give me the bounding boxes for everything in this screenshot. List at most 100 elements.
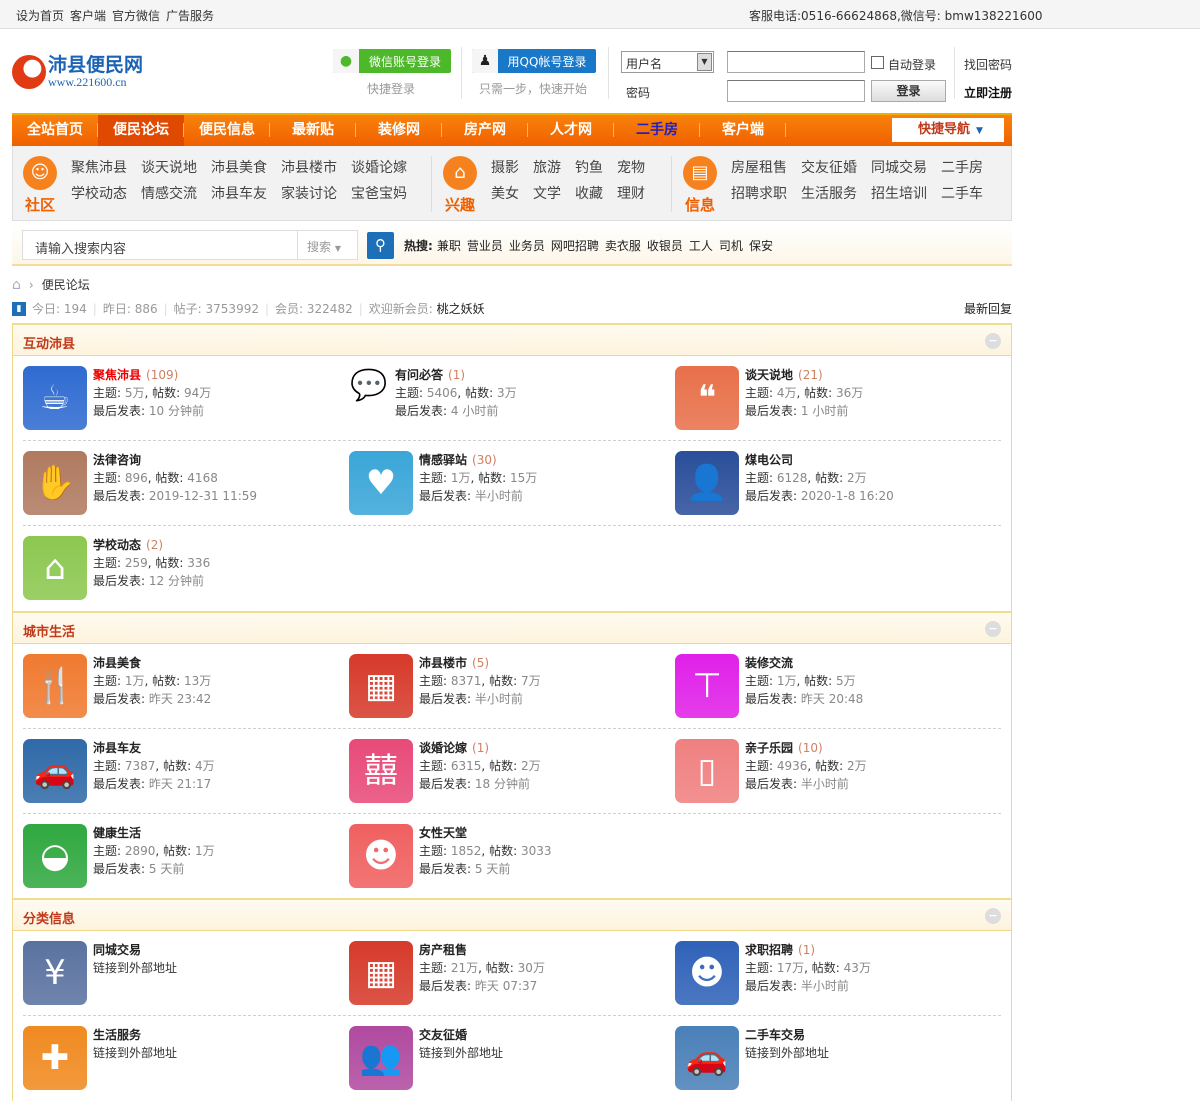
forum-name[interactable]: 女性天堂: [419, 826, 467, 840]
car-icon[interactable]: 🚗: [675, 1026, 739, 1090]
category-group-label[interactable]: 信息: [683, 194, 717, 215]
last-post-time[interactable]: 2019-12-31 11:59: [149, 489, 257, 503]
building-icon[interactable]: ▦: [349, 654, 413, 718]
chat-bubbles-icon[interactable]: ❝: [675, 366, 739, 430]
forum-name[interactable]: 谈天说地: [745, 368, 793, 382]
puzzle-icon[interactable]: ✚: [23, 1026, 87, 1090]
pot-icon[interactable]: ◒: [23, 824, 87, 888]
hot-search-link[interactable]: 司机: [719, 239, 743, 253]
category-link[interactable]: 沛县车友: [211, 186, 267, 203]
category-link[interactable]: 旅游: [533, 160, 561, 177]
double-happiness-icon[interactable]: 囍: [349, 739, 413, 803]
category-link[interactable]: 招生培训: [871, 186, 927, 203]
last-post-time[interactable]: 昨天 20:48: [801, 692, 863, 706]
last-post-time[interactable]: 半小时前: [475, 692, 523, 706]
category-link[interactable]: 理财: [617, 186, 645, 203]
forum-item[interactable]: ✋ 法律咨询 主题: 896, 帖数: 4168 最后发表: 2019-12-31 1…: [23, 451, 349, 525]
hot-search-link[interactable]: 保安: [749, 239, 773, 253]
last-post-time[interactable]: 半小时前: [475, 489, 523, 503]
category-link[interactable]: 生活服务: [801, 186, 857, 203]
nav-item[interactable]: 人才网: [528, 115, 614, 146]
hot-search-link[interactable]: 工人: [689, 239, 713, 253]
forum-item[interactable]: 👤 煤电公司 主题: 6128, 帖数: 2万 最后发表: 2020-1-8 16:2…: [675, 451, 1001, 525]
hot-search-link[interactable]: 营业员: [467, 239, 503, 253]
forum-name[interactable]: 亲子乐园: [745, 741, 793, 755]
search-type-select[interactable]: 搜索 ▼: [297, 230, 358, 260]
forum-name[interactable]: 装修交流: [745, 656, 793, 670]
hands-icon[interactable]: ✋: [23, 451, 87, 515]
forum-item[interactable]: ⌂ 学校动态 (2) 主题: 259, 帖数: 336 最后发表: 12 分钟前: [23, 536, 349, 611]
category-link[interactable]: 沛县美食: [211, 160, 267, 177]
category-link[interactable]: 二手房: [941, 160, 983, 177]
nav-item[interactable]: 便民论坛: [98, 115, 184, 146]
hot-search-link[interactable]: 收银员: [647, 239, 683, 253]
baby-bottle-icon[interactable]: ▯: [675, 739, 739, 803]
category-link[interactable]: 招聘求职: [731, 186, 787, 203]
category-link[interactable]: 宠物: [617, 160, 645, 177]
category-link[interactable]: 交友征婚: [801, 160, 857, 177]
forum-item[interactable]: ▯ 亲子乐园 (10) 主题: 4936, 帖数: 2万 最后发表: 半小时前: [675, 739, 1001, 813]
last-post-time[interactable]: 半小时前: [801, 777, 849, 791]
forum-item[interactable]: ⊤ 装修交流 主题: 1万, 帖数: 5万 最后发表: 昨天 20:48: [675, 654, 1001, 728]
latest-replies-link[interactable]: 最新回复: [964, 300, 1012, 317]
auto-login-checkbox[interactable]: [871, 56, 884, 69]
category-link[interactable]: 家装讨论: [281, 186, 337, 203]
speech-bubble-icon[interactable]: 💬: [349, 366, 389, 430]
nav-item[interactable]: 最新贴: [270, 115, 356, 146]
people-icon[interactable]: 👥: [349, 1026, 413, 1090]
forum-name[interactable]: 煤电公司: [745, 453, 793, 467]
quick-nav-button[interactable]: 快捷导航 ▼: [892, 118, 1004, 142]
nav-item[interactable]: 房产网: [442, 115, 528, 146]
teacup-icon[interactable]: ☕: [23, 366, 87, 430]
woman-profile-icon[interactable]: ☻: [349, 824, 413, 888]
last-post-time[interactable]: 1 小时前: [801, 404, 848, 418]
paint-roller-icon[interactable]: ⊤: [675, 654, 739, 718]
forum-name[interactable]: 房产租售: [419, 943, 467, 957]
forum-item[interactable]: ❝ 谈天说地 (21) 主题: 4万, 帖数: 36万 最后发表: 1 小时前: [675, 366, 1001, 440]
category-link[interactable]: 文学: [533, 186, 561, 203]
password-input[interactable]: [727, 80, 865, 102]
category-group-label[interactable]: 社区: [23, 194, 57, 215]
money-bag-icon[interactable]: ¥: [23, 941, 87, 1005]
section-title[interactable]: 分类信息: [23, 912, 75, 927]
forum-name[interactable]: 有问必答: [395, 368, 443, 382]
nav-item[interactable]: 二手房: [614, 115, 700, 146]
businessman-icon[interactable]: 👤: [675, 451, 739, 515]
top-link[interactable]: 广告服务: [166, 9, 214, 23]
collapse-icon[interactable]: −: [985, 908, 1001, 924]
category-link[interactable]: 情感交流: [141, 186, 197, 203]
category-link[interactable]: 聚焦沛县: [71, 160, 127, 177]
school-icon[interactable]: ⌂: [23, 536, 87, 600]
forum-item[interactable]: 🚗 二手车交易 链接到外部地址: [675, 1026, 1001, 1101]
category-link[interactable]: 钓鱼: [575, 160, 603, 177]
hot-search-link[interactable]: 网吧招聘: [551, 239, 599, 253]
forum-item[interactable]: ▦ 房产租售 主题: 21万, 帖数: 30万 最后发表: 昨天 07:37: [349, 941, 675, 1015]
forum-name[interactable]: 同城交易: [93, 943, 141, 957]
nav-item[interactable]: 装修网: [356, 115, 442, 146]
last-post-time[interactable]: 昨天 21:17: [149, 777, 211, 791]
register-link[interactable]: 立即注册: [964, 84, 1012, 101]
building-icon[interactable]: ▦: [349, 941, 413, 1005]
last-post-time[interactable]: 5 天前: [149, 862, 184, 876]
forum-item[interactable]: ▦ 沛县楼市 (5) 主题: 8371, 帖数: 7万 最后发表: 半小时前: [349, 654, 675, 728]
last-post-time[interactable]: 2020-1-8 16:20: [801, 489, 894, 503]
hot-search-link[interactable]: 业务员: [509, 239, 545, 253]
hot-search-link[interactable]: 卖衣服: [605, 239, 641, 253]
forum-item[interactable]: 💬 有问必答 (1) 主题: 5406, 帖数: 3万 最后发表: 4 小时前: [349, 366, 675, 440]
forum-name[interactable]: 法律咨询: [93, 453, 141, 467]
forum-item[interactable]: 👥 交友征婚 链接到外部地址: [349, 1026, 675, 1101]
last-post-time[interactable]: 5 天前: [475, 862, 510, 876]
forum-name[interactable]: 聚焦沛县: [93, 368, 141, 382]
last-post-time[interactable]: 18 分钟前: [475, 777, 530, 791]
wechat-login-button[interactable]: ● 微信账号登录: [333, 49, 451, 73]
username-input[interactable]: [727, 51, 865, 73]
forum-name[interactable]: 生活服务: [93, 1028, 141, 1042]
category-link[interactable]: 摄影: [491, 160, 519, 177]
last-post-time[interactable]: 昨天 07:37: [475, 979, 537, 993]
search-button[interactable]: ⚲: [367, 232, 394, 259]
cutlery-icon[interactable]: 🍴: [23, 654, 87, 718]
breadcrumb-current[interactable]: 便民论坛: [42, 276, 90, 293]
last-post-time[interactable]: 半小时前: [801, 979, 849, 993]
forum-item[interactable]: ♥ 情感驿站 (30) 主题: 1万, 帖数: 15万 最后发表: 半小时前: [349, 451, 675, 525]
category-link[interactable]: 宝爸宝妈: [351, 186, 407, 203]
